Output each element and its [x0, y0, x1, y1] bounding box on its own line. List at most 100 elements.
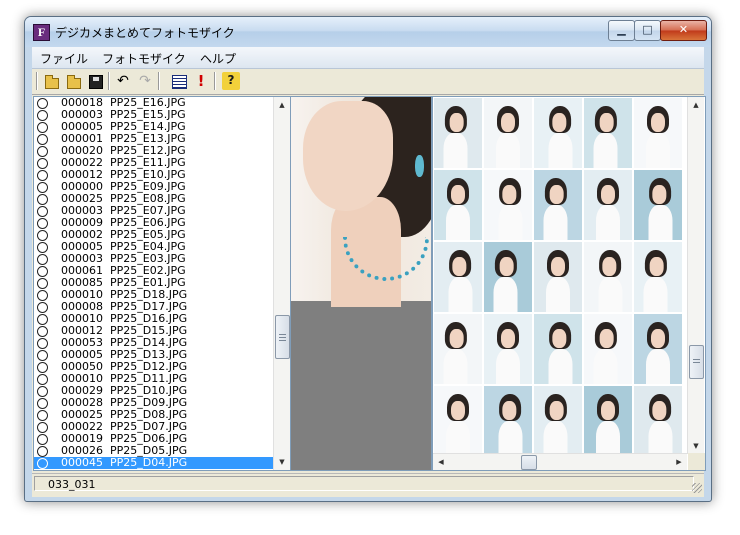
radio-icon[interactable] [37, 194, 48, 205]
mosaic-tile [534, 242, 582, 312]
menu-help[interactable]: ヘルプ [200, 50, 236, 67]
app-window: F デジカメまとめてフォトモザイク ▁ □ ✕ ファイル フォトモザイク ヘルプ… [24, 16, 712, 502]
mosaic-tile [534, 314, 582, 384]
radio-icon[interactable] [37, 314, 48, 325]
redo-icon[interactable]: ↷ [136, 72, 154, 90]
help-icon[interactable]: ? [222, 72, 240, 90]
scroll-corner [688, 453, 705, 470]
scroll-down-arrow[interactable]: ▼ [274, 454, 290, 470]
radio-icon[interactable] [37, 446, 48, 457]
menu-photomosaic[interactable]: フォトモザイク [102, 50, 186, 67]
save-icon[interactable] [86, 72, 104, 90]
status-bar: 033_031 [32, 473, 704, 495]
open-folder-icon[interactable] [42, 72, 60, 90]
scroll-thumb[interactable] [275, 315, 290, 359]
radio-icon[interactable] [37, 158, 48, 169]
radio-icon[interactable] [37, 98, 48, 109]
radio-icon[interactable] [37, 350, 48, 361]
scroll-right-arrow[interactable]: ▶ [671, 454, 687, 470]
mosaic-hscrollbar[interactable]: ◀ ▶ [433, 453, 687, 470]
scroll-up-arrow[interactable]: ▲ [274, 97, 290, 113]
file-list-scrollbar[interactable]: ▲ ▼ [273, 97, 290, 470]
resize-grip[interactable] [692, 483, 702, 493]
radio-icon[interactable] [37, 410, 48, 421]
menu-bar: ファイル フォトモザイク ヘルプ [32, 47, 704, 69]
usage-count: 000007 [61, 469, 103, 471]
mosaic-tile [484, 386, 532, 456]
radio-icon[interactable] [37, 110, 48, 121]
mosaic-tile [434, 170, 482, 240]
file-name: PP25_D03.JPG [110, 469, 187, 471]
mosaic-grid [433, 97, 685, 456]
mosaic-tile [634, 386, 682, 456]
mosaic-tile [434, 314, 482, 384]
mosaic-tile [434, 386, 482, 456]
radio-icon[interactable] [37, 470, 48, 471]
new-folder-icon[interactable] [64, 72, 82, 90]
mosaic-pane[interactable]: ▲ ▼ ◀ ▶ [432, 96, 706, 471]
title-bar[interactable]: F デジカメまとめてフォトモザイク ▁ □ ✕ [25, 17, 711, 47]
preview-pane [290, 96, 432, 471]
scroll-left-arrow[interactable]: ◀ [433, 454, 449, 470]
scroll-thumb[interactable] [689, 345, 704, 379]
radio-icon[interactable] [37, 230, 48, 241]
toolbar: ↶ ↷ ! ? [32, 69, 704, 95]
radio-icon[interactable] [37, 290, 48, 301]
mosaic-tile [634, 242, 682, 312]
radio-icon[interactable] [37, 398, 48, 409]
radio-icon[interactable] [37, 266, 48, 277]
maximize-button[interactable]: □ [634, 20, 661, 41]
mosaic-tile [484, 98, 532, 168]
radio-icon[interactable] [37, 302, 48, 313]
radio-icon[interactable] [37, 326, 48, 337]
window-title: デジカメまとめてフォトモザイク [55, 26, 235, 40]
mosaic-tile [534, 386, 582, 456]
radio-icon[interactable] [37, 134, 48, 145]
toolbar-separator [158, 72, 160, 90]
mosaic-tile [434, 242, 482, 312]
radio-icon[interactable] [37, 434, 48, 445]
mosaic-tile [584, 314, 632, 384]
mosaic-tile [484, 170, 532, 240]
radio-icon[interactable] [37, 218, 48, 229]
mosaic-tile [534, 98, 582, 168]
scroll-thumb[interactable] [521, 455, 537, 470]
radio-icon[interactable] [37, 458, 48, 469]
list-item[interactable]: 000007 PP25_D03.JPG [34, 469, 290, 471]
minimize-button[interactable]: ▁ [608, 20, 635, 41]
list-icon[interactable] [170, 72, 188, 90]
scroll-down-arrow[interactable]: ▼ [688, 438, 704, 454]
radio-icon[interactable] [37, 338, 48, 349]
mosaic-tile [484, 242, 532, 312]
scroll-up-arrow[interactable]: ▲ [688, 97, 704, 113]
radio-icon[interactable] [37, 374, 48, 385]
close-button[interactable]: ✕ [660, 20, 707, 41]
radio-icon[interactable] [37, 182, 48, 193]
radio-icon[interactable] [37, 170, 48, 181]
toolbar-separator [108, 72, 110, 90]
radio-icon[interactable] [37, 362, 48, 373]
radio-icon[interactable] [37, 254, 48, 265]
undo-icon[interactable]: ↶ [114, 72, 132, 90]
exclamation-icon[interactable]: ! [192, 72, 210, 90]
radio-icon[interactable] [37, 422, 48, 433]
radio-icon[interactable] [37, 146, 48, 157]
radio-icon[interactable] [37, 206, 48, 217]
app-icon[interactable]: F [33, 24, 50, 41]
mosaic-vscrollbar[interactable]: ▲ ▼ [687, 97, 704, 454]
mosaic-tile [434, 98, 482, 168]
radio-icon[interactable] [37, 242, 48, 253]
mosaic-tile [584, 386, 632, 456]
file-list[interactable]: 000018 PP25_E16.JPG 000003 PP25_E15.JPG 0000… [33, 96, 291, 471]
status-text: 033_031 [34, 476, 694, 491]
radio-icon[interactable] [37, 278, 48, 289]
mosaic-tile [584, 242, 632, 312]
toolbar-separator [36, 72, 38, 90]
menu-file[interactable]: ファイル [40, 50, 88, 67]
mosaic-tile [584, 170, 632, 240]
radio-icon[interactable] [37, 386, 48, 397]
mosaic-tile [584, 98, 632, 168]
mosaic-tile [484, 314, 532, 384]
radio-icon[interactable] [37, 122, 48, 133]
file-list-rows: 000018 PP25_E16.JPG 000003 PP25_E15.JPG 0000… [34, 97, 290, 471]
